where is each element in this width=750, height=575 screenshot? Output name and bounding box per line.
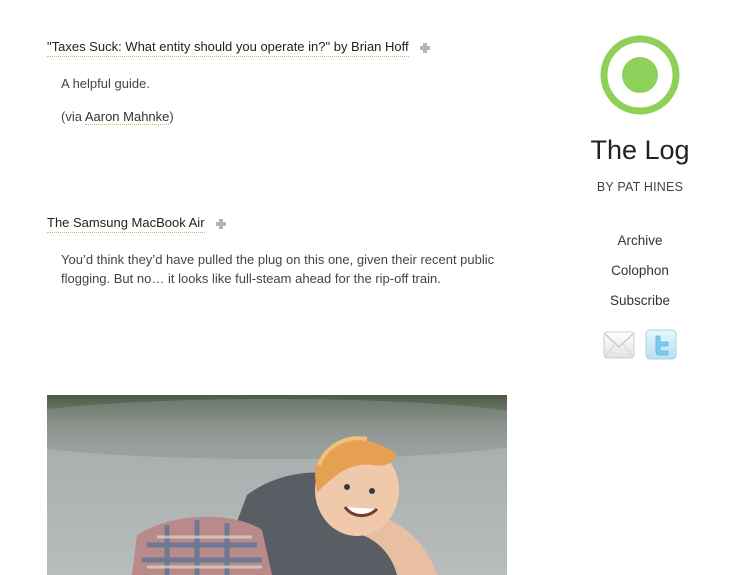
post-text: A helpful guide.: [61, 76, 150, 91]
social-links: [603, 329, 683, 361]
twitter-icon[interactable]: [645, 329, 677, 361]
via-line: (via Aaron Mahnke): [61, 107, 507, 126]
site-title[interactable]: The Log: [560, 134, 720, 166]
post-title-row: The Samsung MacBook Air: [47, 215, 507, 233]
post-taxes-suck: "Taxes Suck: What entity should you oper…: [47, 39, 507, 126]
via-suffix: ): [169, 109, 174, 124]
nav-subscribe[interactable]: Subscribe: [560, 286, 720, 316]
nav-archive[interactable]: Archive: [560, 226, 720, 256]
photo-boy-on-trampoline: [47, 399, 507, 575]
post-photo[interactable]: [47, 395, 507, 575]
post-body: You’d think they’d have pulled the plug …: [61, 250, 511, 288]
site-byline: BY PAT HINES: [596, 180, 684, 194]
post-body: A helpful guide. (via Aaron Mahnke): [61, 74, 507, 126]
sidebar-nav: Archive Colophon Subscribe: [560, 226, 720, 316]
post-samsung-macbook-air: The Samsung MacBook Air You’d think they…: [47, 215, 507, 288]
envelope-icon[interactable]: [603, 329, 635, 361]
permalink-plus-icon[interactable]: [419, 43, 430, 53]
post-title-link[interactable]: The Samsung MacBook Air: [47, 215, 205, 233]
post-text: You’d think they’d have pulled the plug …: [61, 252, 495, 286]
nav-colophon[interactable]: Colophon: [560, 256, 720, 286]
post-title-row: "Taxes Suck: What entity should you oper…: [47, 39, 507, 57]
permalink-plus-icon[interactable]: [215, 219, 226, 229]
ring-logo-icon[interactable]: [599, 34, 681, 116]
via-prefix: (via: [61, 109, 85, 124]
post-title-link[interactable]: "Taxes Suck: What entity should you oper…: [47, 39, 409, 57]
via-link-aaron-mahnke[interactable]: Aaron Mahnke: [84, 109, 170, 125]
